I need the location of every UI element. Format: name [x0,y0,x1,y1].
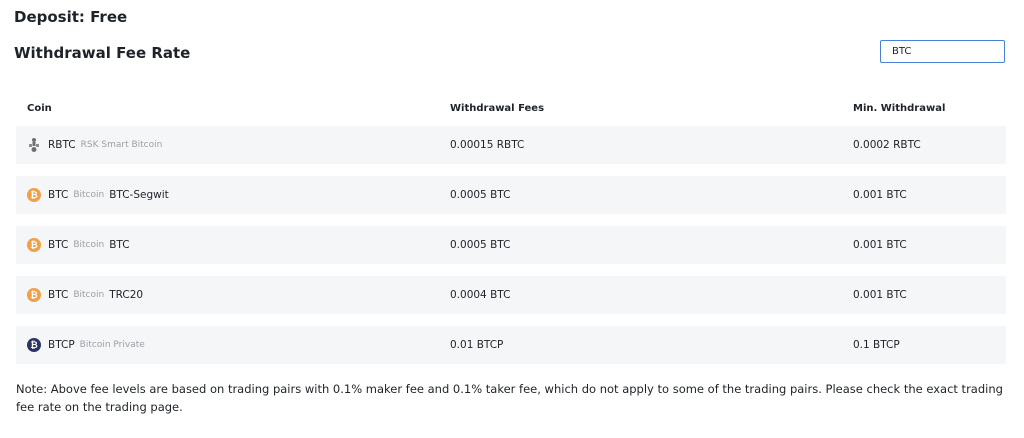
table-row: ₿ BTC Bitcoin BTC-Segwit 0.0005 BTC 0.00… [16,176,1006,214]
coin-symbol: BTC [48,189,69,201]
min-withdrawal-cell: 0.001 BTC [853,289,907,301]
fee-table: Coin Withdrawal Fees Min. Withdrawal RBT… [16,93,1006,376]
btc-icon: ₿ [27,188,41,202]
coin-cell: ₿ BTCP Bitcoin Private [27,326,150,364]
coin-cell: RBTC RSK Smart Bitcoin [27,126,167,164]
table-row: ₿ BTCP Bitcoin Private 0.01 BTCP 0.1 BTC… [16,326,1006,364]
fee-cell: 0.01 BTCP [450,339,504,351]
coin-name: Bitcoin Private [79,340,145,350]
coin-cell: ₿ BTC Bitcoin BTC-Segwit [27,176,169,214]
coin-symbol: RBTC [48,139,76,151]
deposit-label: Deposit: Free [14,8,128,26]
fee-cell: 0.00015 RBTC [450,139,525,151]
btcp-icon: ₿ [27,338,41,352]
table-header: Coin Withdrawal Fees Min. Withdrawal [16,93,1006,126]
min-withdrawal-cell: 0.001 BTC [853,189,907,201]
coin-cell: ₿ BTC Bitcoin BTC [27,226,130,264]
coin-name: Bitcoin [73,190,105,200]
btc-icon: ₿ [27,238,41,252]
fee-cell: 0.0004 BTC [450,289,511,301]
coin-network: TRC20 [109,289,144,301]
table-row: ₿ BTC Bitcoin TRC20 0.0004 BTC 0.001 BTC [16,276,1006,314]
coin-name: Bitcoin [73,240,105,250]
section-title: Withdrawal Fee Rate [14,44,191,62]
coin-symbol: BTC [48,239,69,251]
fee-cell: 0.0005 BTC [450,189,511,201]
coin-network: BTC-Segwit [109,189,169,201]
coin-search-input[interactable] [880,40,1005,63]
coin-name: RSK Smart Bitcoin [80,140,163,150]
min-withdrawal-cell: 0.0002 RBTC [853,139,921,151]
rbtc-icon [27,137,41,153]
header-coin: Coin [27,103,52,114]
min-withdrawal-cell: 0.1 BTCP [853,339,900,351]
fee-note: Note: Above fee levels are based on trad… [16,382,1003,414]
coin-cell: ₿ BTC Bitcoin TRC20 [27,276,143,314]
fee-cell: 0.0005 BTC [450,239,511,251]
table-row: ₿ BTC Bitcoin BTC 0.0005 BTC 0.001 BTC [16,226,1006,264]
coin-symbol: BTCP [48,339,75,351]
coin-symbol: BTC [48,289,69,301]
header-withdrawal-fees: Withdrawal Fees [450,103,545,114]
header-min-withdrawal: Min. Withdrawal [853,103,946,114]
coin-name: Bitcoin [73,290,105,300]
coin-network: BTC [109,239,130,251]
table-row: RBTC RSK Smart Bitcoin 0.00015 RBTC 0.00… [16,126,1006,164]
btc-icon: ₿ [27,288,41,302]
min-withdrawal-cell: 0.001 BTC [853,239,907,251]
